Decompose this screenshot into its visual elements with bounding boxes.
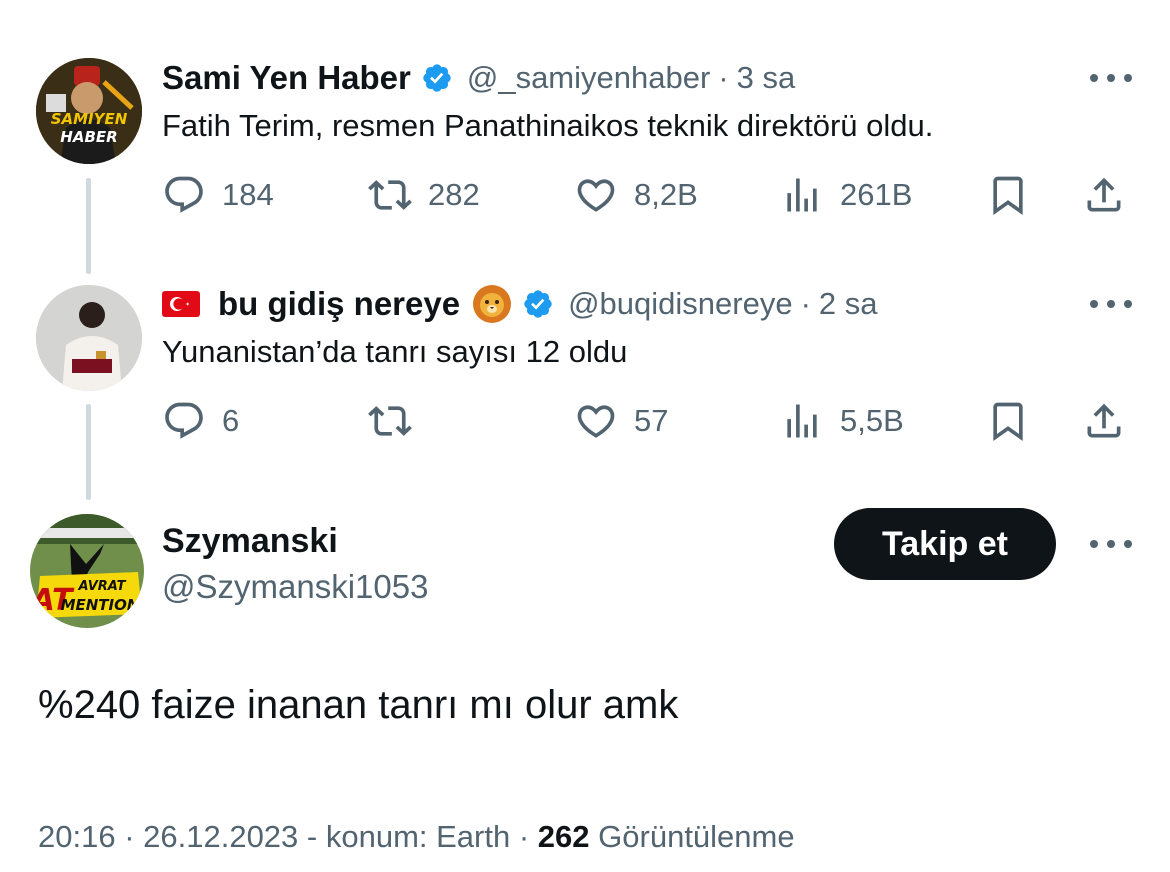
tweet-meta: 20:16 · 26.12.2023 - konum: Earth · 262 …: [38, 819, 795, 855]
location: konum: Earth: [325, 819, 511, 854]
more-icon[interactable]: [1090, 298, 1132, 310]
handle[interactable]: @buqidisnereye: [568, 286, 793, 322]
like-icon: [577, 405, 615, 438]
tweet-text: Yunanistan’da tanrı sayısı 12 oldu: [162, 334, 628, 369]
avatar[interactable]: AT AVRAT MENTION: [30, 514, 144, 628]
avatar-text-avrat: AVRAT: [78, 579, 127, 594]
tweet-text: %240 faize inanan tanrı mı olur amk: [38, 683, 679, 727]
quoted-tweet-2: bu gidiş nereye @buqidisnereye · 2 sa Yu…: [0, 0, 1170, 500]
bookmark-icon: [993, 402, 1023, 442]
separator-dash: -: [306, 819, 326, 854]
avatar[interactable]: [36, 285, 142, 391]
action-bar: 6 57 5,5B: [162, 396, 1132, 446]
timestamp[interactable]: 2 sa: [819, 286, 878, 322]
view-label: Görüntülenme: [598, 819, 795, 854]
share-button[interactable]: [1082, 396, 1126, 446]
turkey-flag-icon: [162, 291, 200, 317]
share-icon: [1087, 403, 1121, 438]
views-button[interactable]: 5,5B: [780, 396, 904, 446]
views-count: 5,5B: [840, 403, 904, 438]
thread-line: [86, 404, 91, 500]
retweet-button[interactable]: [368, 396, 428, 446]
reply-count: 6: [222, 403, 240, 438]
separator-dot: ·: [800, 286, 811, 321]
separator-dot: ·: [518, 819, 538, 854]
reply-button[interactable]: 6: [162, 396, 239, 446]
separator-dot: ·: [124, 819, 144, 854]
view-count: 262: [537, 819, 590, 854]
tweet-time[interactable]: 20:16: [38, 819, 116, 854]
more-icon[interactable]: [1090, 538, 1132, 550]
handle[interactable]: @Szymanski1053: [162, 568, 428, 606]
szymanski-avatar-image: AT AVRAT MENTION: [30, 514, 144, 628]
tweet-header: bu gidiş nereye @buqidisnereye · 2 sa: [162, 282, 878, 326]
display-name[interactable]: Szymanski: [162, 522, 338, 561]
views-icon: [787, 404, 817, 438]
bu-gidis-nereye-avatar-image: [36, 285, 142, 391]
like-count: 57: [634, 403, 669, 438]
bookmark-button[interactable]: [986, 396, 1030, 446]
display-name[interactable]: bu gidiş nereye: [218, 285, 460, 323]
verified-icon: [524, 290, 552, 318]
retweet-icon: [368, 406, 412, 436]
like-button[interactable]: 57: [574, 396, 668, 446]
reply-icon: [165, 402, 203, 439]
tweet-date[interactable]: 26.12.2023: [143, 819, 298, 854]
follow-button[interactable]: Takip et: [834, 508, 1056, 580]
lion-emoji-icon: [473, 285, 512, 323]
avatar-text-mention: MENTION: [61, 596, 140, 614]
